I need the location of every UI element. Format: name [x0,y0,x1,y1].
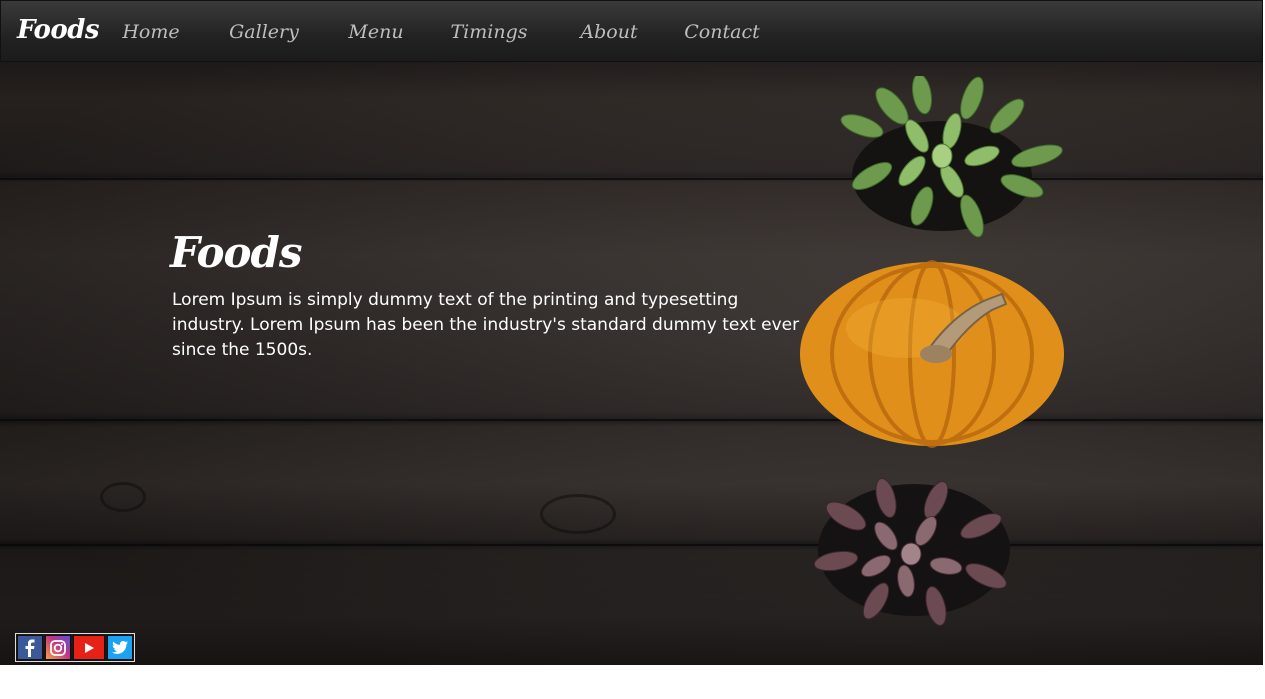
pumpkin-image [800,260,1064,448]
instagram-icon[interactable] [45,635,71,660]
social-links [15,633,135,662]
succulent-image-top [840,76,1063,238]
plank-line [0,544,1263,546]
brand-logo[interactable]: Foods [17,15,100,45]
wood-knot [540,494,616,534]
youtube-icon[interactable] [73,635,105,660]
plank-line [0,178,1263,180]
nav-contact[interactable]: Contact [665,1,779,63]
navbar: Foods Home Gallery Menu Timings About Co… [0,0,1263,62]
nav-menu: Home Gallery Menu Timings About Contact [101,1,779,63]
nav-menu-link[interactable]: Menu [327,1,425,63]
hero-banner [0,62,1263,665]
twitter-icon[interactable] [107,635,133,660]
nav-home[interactable]: Home [101,1,201,63]
nav-timings[interactable]: Timings [425,1,553,63]
facebook-icon[interactable] [17,635,43,660]
nav-gallery[interactable]: Gallery [201,1,327,63]
nav-about[interactable]: About [553,1,665,63]
succulent-image-bottom [813,478,1010,626]
hero-description: Lorem Ipsum is simply dummy text of the … [172,290,800,360]
plank-line [0,419,1263,421]
hero-title: Foods [170,228,303,277]
wood-knot [100,482,146,512]
